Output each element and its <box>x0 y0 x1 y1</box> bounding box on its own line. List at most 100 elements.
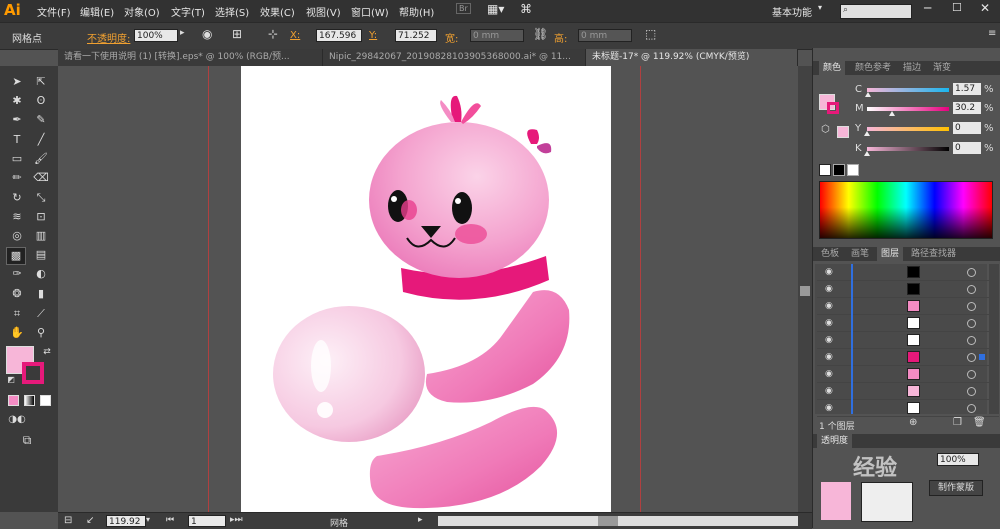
bridge-button[interactable]: Br <box>456 3 471 14</box>
layers-scrollbar[interactable] <box>989 264 999 414</box>
new-layer-icon[interactable]: ⊕ <box>909 417 917 428</box>
transform-reference-icon[interactable]: ⊹ <box>268 27 278 41</box>
menu-effect[interactable]: 效果(C) <box>260 4 295 19</box>
direct-selection-tool-icon[interactable]: ⇱ <box>32 74 50 90</box>
screen-mode-icon[interactable]: ⧉ <box>18 432 36 448</box>
visibility-eye-icon[interactable]: ◉ <box>825 352 835 362</box>
visibility-eye-icon[interactable]: ◉ <box>825 369 835 379</box>
hand-tool-icon[interactable]: ✋ <box>8 325 26 341</box>
make-mask-button[interactable]: 制作蒙版 <box>929 480 983 496</box>
tab-color[interactable]: 颜色 <box>819 61 846 75</box>
layer-target-icon[interactable] <box>967 302 976 311</box>
workspace-chevron-icon[interactable]: ▾ <box>818 3 822 12</box>
in-gamut-swatch[interactable] <box>837 126 849 138</box>
selection-indicator[interactable] <box>979 354 985 360</box>
layer-row[interactable]: ◉ <box>817 264 999 281</box>
channel-y-thumb[interactable] <box>864 131 870 136</box>
gradient-mode-icon[interactable] <box>24 395 35 406</box>
arrange-documents-icon[interactable]: ▦▾ <box>487 2 504 16</box>
body-shape[interactable] <box>273 306 425 442</box>
blend-tool-icon[interactable]: ◐ <box>32 266 50 282</box>
zoom-input[interactable]: 119.92 <box>106 515 146 527</box>
transparency-opacity-input[interactable]: 100% <box>937 453 979 466</box>
layer-row[interactable]: ◉ <box>817 332 999 349</box>
stroke-swatch[interactable] <box>22 362 44 384</box>
layer-row[interactable]: ◉ <box>817 383 999 400</box>
layer-row[interactable]: ◉ <box>817 298 999 315</box>
channel-k-value[interactable]: 0 <box>953 142 981 154</box>
horizontal-scroll-thumb[interactable] <box>598 516 618 526</box>
workspace-switcher[interactable]: 基本功能 <box>772 4 812 19</box>
artboard-tool-icon[interactable]: ⌗ <box>8 306 26 322</box>
rotate-tool-icon[interactable]: ↻ <box>8 190 26 206</box>
magic-wand-tool-icon[interactable]: ✱ <box>8 93 26 109</box>
minimize-button[interactable]: ─ <box>924 1 931 15</box>
curvature-tool-icon[interactable]: ✎ <box>32 112 50 128</box>
vertical-scrollbar[interactable] <box>798 66 812 512</box>
delete-layer-icon[interactable]: 🗑 <box>973 417 986 428</box>
layer-target-icon[interactable] <box>967 285 976 294</box>
scale-tool-icon[interactable]: ⤡ <box>32 190 50 206</box>
opacity-dropdown-icon[interactable]: ▸ <box>180 28 185 38</box>
first-artboard-icon[interactable]: ⏮ <box>166 515 174 525</box>
layer-target-icon[interactable] <box>967 370 976 379</box>
tab-document-1[interactable]: 请看一下使用说明 (1) [转换].eps* @ 100% (RGB/预... <box>58 49 323 66</box>
scroll-thumb[interactable] <box>800 286 810 296</box>
pencil-tool-icon[interactable]: ✏ <box>8 170 26 186</box>
next-artboard-icon[interactable]: ▸⏭ <box>230 515 243 525</box>
menu-type[interactable]: 文字(T) <box>171 4 205 19</box>
color-spectrum[interactable] <box>819 181 993 239</box>
menu-object[interactable]: 对象(O) <box>124 4 160 19</box>
out-of-web-color-icon[interactable]: ⬡ <box>821 124 830 135</box>
zoom-tool-icon[interactable]: ⚲ <box>32 325 50 341</box>
line-tool-icon[interactable]: ╱ <box>32 132 50 148</box>
eraser-tool-icon[interactable]: ⌫ <box>32 170 50 186</box>
layer-target-icon[interactable] <box>967 353 976 362</box>
x-input[interactable]: 167.596 <box>316 29 362 42</box>
menu-select[interactable]: 选择(S) <box>215 4 249 19</box>
pink-bear-illustration[interactable] <box>241 66 611 512</box>
link-proportions-icon[interactable]: ⛓ <box>533 27 548 41</box>
layer-target-icon[interactable] <box>967 404 976 413</box>
none-mode-icon[interactable] <box>40 395 51 406</box>
tab-document-2[interactable]: Nipic_29842067_20190828103905368000.ai* … <box>323 49 586 66</box>
color-stroke-swatch[interactable] <box>827 102 839 114</box>
color-mode-icon[interactable] <box>8 395 19 406</box>
layer-target-icon[interactable] <box>967 268 976 277</box>
gradient-tool-icon[interactable]: ▤ <box>32 247 50 263</box>
close-button[interactable]: ✕ <box>980 1 990 15</box>
layer-row[interactable]: ◉ <box>817 281 999 298</box>
tab-color-guide[interactable]: 颜色参考 <box>851 61 895 75</box>
zoom-out-icon[interactable]: ↙ <box>86 515 94 526</box>
channel-k-slider[interactable] <box>864 147 949 156</box>
search-input[interactable]: ⌕ <box>840 4 912 19</box>
pen-tool-icon[interactable]: ✒ <box>8 112 26 128</box>
new-sublayer-icon[interactable]: ❐ <box>953 417 962 428</box>
canvas-area[interactable] <box>58 66 798 512</box>
selection-tool-icon[interactable]: ➤ <box>8 74 26 90</box>
channel-y-slider[interactable] <box>864 127 949 136</box>
visibility-eye-icon[interactable]: ◉ <box>825 318 835 328</box>
width-input[interactable]: 0 mm <box>470 29 524 42</box>
artboard-number-input[interactable]: 1 <box>188 515 226 527</box>
tab-swatches[interactable]: 色板 <box>817 247 843 261</box>
visibility-eye-icon[interactable]: ◉ <box>825 403 835 413</box>
type-tool-icon[interactable]: T <box>8 132 26 148</box>
layer-target-icon[interactable] <box>967 387 976 396</box>
tab-layers[interactable]: 图层 <box>877 247 904 261</box>
visibility-eye-icon[interactable]: ◉ <box>825 284 835 294</box>
right-arm-shape[interactable] <box>425 290 570 403</box>
channel-c-thumb[interactable] <box>865 92 872 97</box>
channel-m-thumb[interactable] <box>888 111 895 116</box>
tab-pathfinder[interactable]: 路径查找器 <box>907 247 960 261</box>
layer-row[interactable]: ◉ <box>817 349 999 366</box>
align-icon[interactable]: ⊞ <box>232 27 242 41</box>
tab-brushes[interactable]: 画笔 <box>847 247 873 261</box>
recolor-icon[interactable]: ◉ <box>202 27 212 41</box>
menu-file[interactable]: 文件(F) <box>37 4 71 19</box>
tab-gradient[interactable]: 渐变 <box>929 61 955 75</box>
maximize-button[interactable]: ☐ <box>952 1 962 14</box>
horizontal-scrollbar[interactable] <box>438 516 798 526</box>
menu-edit[interactable]: 编辑(E) <box>80 4 114 19</box>
eyedropper-tool-icon[interactable]: ✑ <box>8 266 26 282</box>
